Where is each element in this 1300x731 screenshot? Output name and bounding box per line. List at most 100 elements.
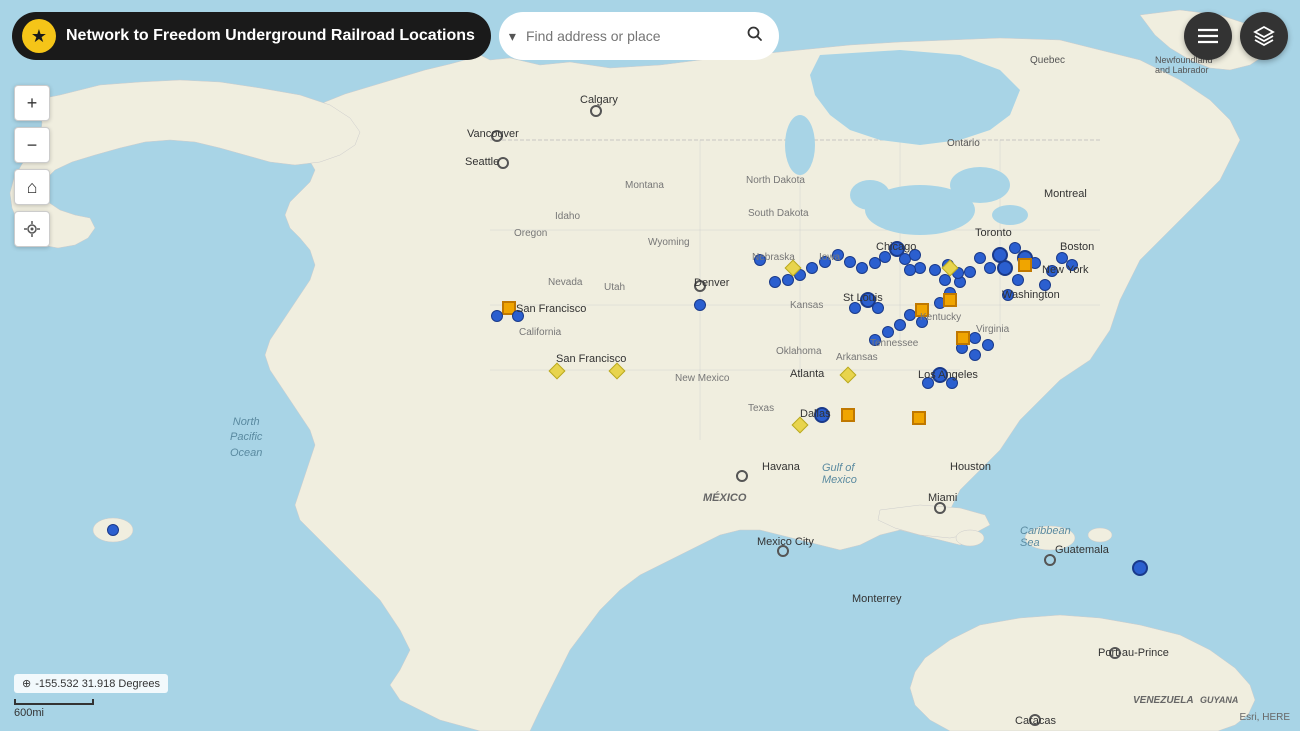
- label-virginia: Virginia: [976, 324, 1009, 335]
- label-oklahoma: Oklahoma: [776, 346, 822, 357]
- label-kansas: Kansas: [790, 300, 823, 311]
- map-controls: + − ⌂: [14, 85, 50, 247]
- zoom-out-button[interactable]: −: [14, 127, 50, 163]
- marker-tn1[interactable]: [882, 326, 894, 338]
- marker-hawaii[interactable]: [107, 524, 119, 536]
- label-washington: Washington: [1002, 289, 1060, 301]
- label-montreal: Montreal: [1044, 188, 1087, 200]
- locate-button[interactable]: [14, 211, 50, 247]
- map-background: [0, 0, 1300, 731]
- search-button[interactable]: [739, 22, 771, 51]
- label-boston: Boston: [1060, 241, 1094, 253]
- marker-orange-pa[interactable]: [1018, 258, 1032, 272]
- coordinates-display: -155.532 31.918 Degrees: [35, 678, 160, 690]
- label-wyoming: Wyoming: [648, 237, 690, 248]
- label-caribbean: CaribbeanSea: [1020, 525, 1071, 549]
- label-vancouver: Vancouver: [467, 128, 519, 140]
- menu-button[interactable]: [1184, 12, 1232, 60]
- marker-balt[interactable]: [984, 262, 996, 274]
- marker-va1[interactable]: [964, 266, 976, 278]
- home-button[interactable]: ⌂: [14, 169, 50, 205]
- label-bogota: Caracas: [1015, 715, 1056, 727]
- marker-denver[interactable]: [694, 299, 706, 311]
- label-arkansas: Arkansas: [836, 352, 878, 363]
- label-guyana: GUYANA: [1200, 695, 1238, 705]
- marker-orange-oh[interactable]: [943, 293, 957, 307]
- label-texas: Texas: [748, 403, 774, 414]
- scale-label: 600mi: [14, 707, 44, 719]
- label-houston: Dallas: [800, 408, 831, 420]
- search-bar: ▾: [499, 12, 779, 60]
- marker-dc2[interactable]: [1012, 274, 1024, 286]
- label-mexicocity: Mexico City: [757, 536, 814, 548]
- label-monterrey: Havana: [762, 461, 800, 473]
- label-chicago: Chicago: [876, 241, 916, 253]
- marker-sc1[interactable]: [969, 349, 981, 361]
- label-kentucky: Kentucky: [920, 312, 961, 323]
- layers-button[interactable]: [1240, 12, 1288, 60]
- marker-calgary[interactable]: [590, 105, 602, 117]
- label-newyork: New York: [1042, 264, 1088, 276]
- label-utah: Utah: [604, 282, 625, 293]
- marker-ky3[interactable]: [894, 319, 906, 331]
- label-seattle: Seattle: [465, 156, 499, 168]
- star-icon: ★: [22, 19, 56, 53]
- label-nevada: Nevada: [548, 277, 582, 288]
- label-quebec: Quebec: [1030, 55, 1065, 66]
- zoom-in-button[interactable]: +: [14, 85, 50, 121]
- label-havana: Miami: [928, 492, 957, 504]
- marker-ny3[interactable]: [1009, 242, 1021, 254]
- marker-sf2[interactable]: [491, 310, 503, 322]
- label-ontario: Ontario: [947, 138, 980, 149]
- label-tennessee: Tennessee: [870, 338, 918, 349]
- marker-in2[interactable]: [904, 264, 916, 276]
- header: ★ Network to Freedom Underground Railroa…: [12, 12, 779, 60]
- label-dallas: Atlanta: [790, 368, 824, 380]
- marker-wi1[interactable]: [844, 256, 856, 268]
- marker-wi2[interactable]: [856, 262, 868, 274]
- marker-nc2[interactable]: [982, 339, 994, 351]
- scale-ruler: [14, 699, 94, 705]
- label-caracas: Port-au-Prince: [1098, 647, 1169, 659]
- label-idaho: Idaho: [555, 211, 580, 222]
- label-nebraska: Nebraska: [752, 252, 795, 263]
- label-la: San Francisco: [556, 353, 626, 365]
- marker-oh1[interactable]: [929, 264, 941, 276]
- scale-bar: 600mi: [14, 699, 94, 719]
- label-calgary: Calgary: [580, 94, 618, 106]
- label-northdakota: North Dakota: [746, 175, 805, 186]
- label-montana: Montana: [625, 180, 664, 191]
- search-input[interactable]: [526, 28, 735, 44]
- marker-port-au-prince[interactable]: [1132, 560, 1148, 576]
- label-north-pacific: NorthPacificOcean: [230, 415, 262, 461]
- app-title: Network to Freedom Underground Railroad …: [66, 27, 475, 45]
- map-container: Calgary Vancouver Seattle Montreal Toron…: [0, 0, 1300, 731]
- marker-penn[interactable]: [974, 252, 986, 264]
- label-miami: Houston: [950, 461, 991, 473]
- title-bar: ★ Network to Freedom Underground Railroa…: [12, 12, 491, 60]
- label-newmexico: New Mexico: [675, 373, 729, 384]
- marker-ia3[interactable]: [806, 262, 818, 274]
- label-california: California: [519, 327, 561, 338]
- crosshair-icon: ⊕: [22, 677, 31, 690]
- label-oregon: Oregon: [514, 228, 547, 239]
- label-iowa: Iowa: [819, 252, 840, 263]
- label-denver: Denver: [694, 277, 729, 289]
- marker-monterrey[interactable]: [736, 470, 748, 482]
- marker-orange-al[interactable]: [912, 411, 926, 425]
- marker-orange-nc[interactable]: [956, 331, 970, 345]
- label-toronto: Toronto: [975, 227, 1012, 239]
- label-venezuela: VENEZUELA: [1133, 695, 1194, 706]
- scale-line: 600mi: [14, 699, 94, 719]
- marker-orange-ms[interactable]: [841, 408, 855, 422]
- status-bar: ⊕ -155.532 31.918 Degrees: [14, 674, 168, 693]
- search-dropdown-button[interactable]: ▾: [503, 24, 522, 49]
- label-guatemala: Monterrey: [852, 593, 902, 605]
- label-southdakota: South Dakota: [748, 208, 809, 219]
- label-sf: San Francisco: [516, 303, 586, 315]
- label-gulf-mexico: Gulf ofMexico: [822, 462, 857, 486]
- marker-philly[interactable]: [992, 247, 1008, 263]
- marker-chi5[interactable]: [869, 257, 881, 269]
- right-controls: [1184, 12, 1288, 60]
- marker-ia6[interactable]: [769, 276, 781, 288]
